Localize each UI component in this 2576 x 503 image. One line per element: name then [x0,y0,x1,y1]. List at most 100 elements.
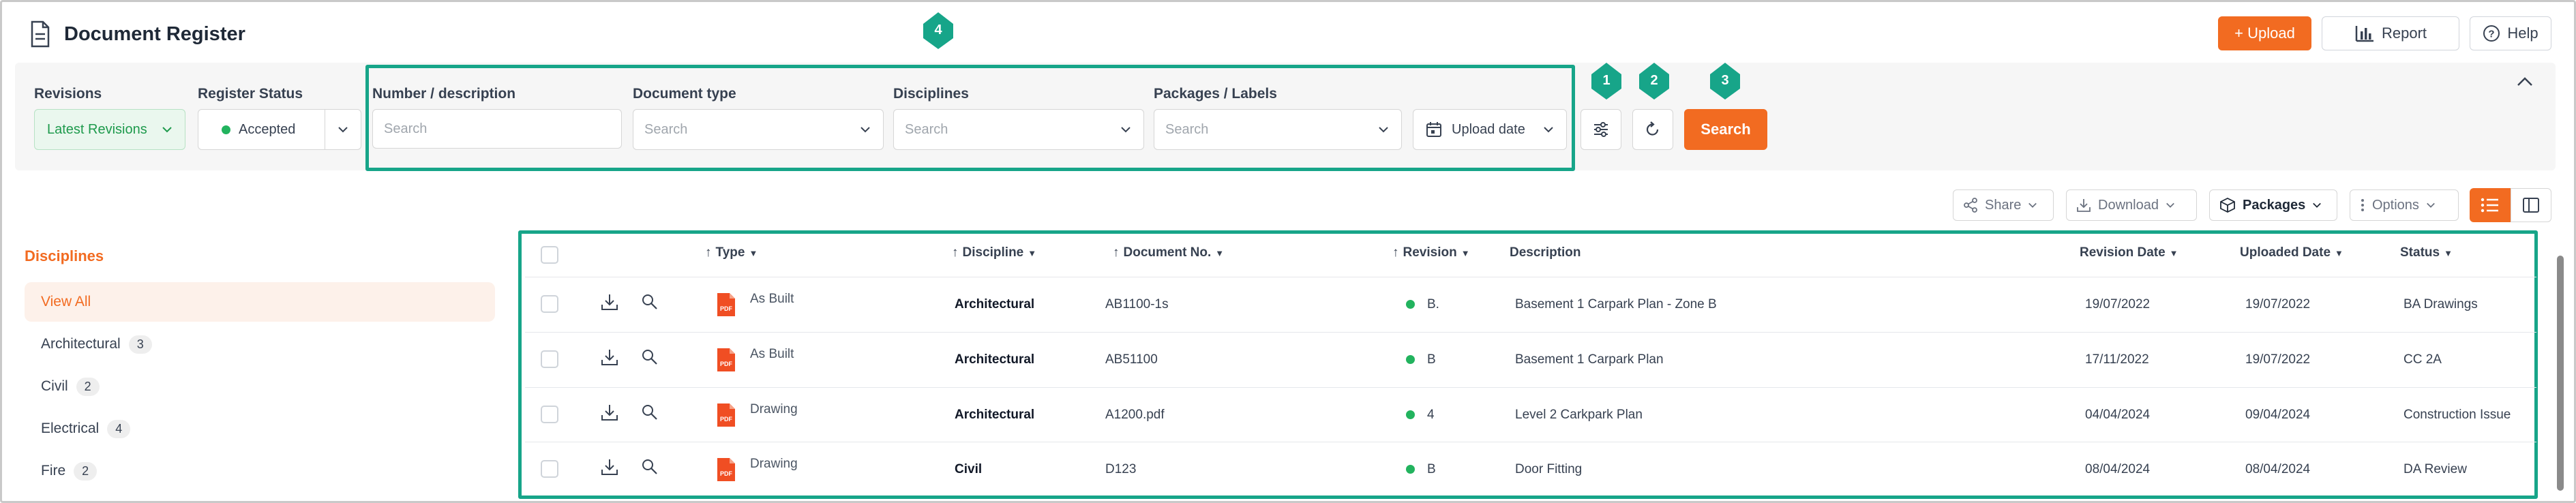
sidebar-item-electrical[interactable]: Electrical 4 [25,409,495,448]
annotation-marker-3: 3 [1710,63,1740,100]
cell-revision-date: 04/04/2024 [2085,408,2151,422]
chevron-down-icon [2028,202,2037,208]
cell-type: As Built [750,347,794,361]
advanced-filters-button[interactable] [1581,109,1621,150]
register-status-label: Register Status [198,86,303,102]
select-all-checkbox[interactable] [541,246,558,264]
cell-type: Drawing [750,457,798,471]
count-badge: 2 [76,377,100,396]
chevron-up-icon[interactable] [2516,75,2534,89]
caret-down-icon: ▼ [2169,247,2178,258]
column-header-status[interactable]: Status ▼ [2400,245,2453,260]
search-icon[interactable] [641,348,659,366]
pdf-file-icon: PDF [717,293,735,316]
sort-up-icon: ↑ [952,245,959,260]
search-icon[interactable] [641,403,659,421]
svg-text:PDF: PDF [720,361,733,367]
help-icon: ? [2483,25,2500,42]
split-view-toggle[interactable] [2511,188,2551,222]
cell-status: BA Drawings [2403,297,2478,311]
bar-chart-icon [2355,26,2373,42]
sliders-icon [1594,122,1608,137]
column-header-type[interactable]: ↑ Type ▼ [705,245,758,260]
status-dot [1406,300,1415,309]
sidebar-item-fire[interactable]: Fire 2 [25,451,495,491]
pdf-file-icon: PDF [717,348,735,371]
row-checkbox[interactable] [541,460,558,478]
sidebar-item-architectural[interactable]: Architectural 3 [25,324,495,364]
cell-description: Basement 1 Carpark Plan - Zone B [1515,297,1717,311]
search-button[interactable]: Search [1684,109,1767,150]
cell-uploaded-date: 08/04/2024 [2245,462,2311,476]
search-icon[interactable] [641,458,659,476]
cell-status: DA Review [2403,462,2467,476]
sidebar-item-civil[interactable]: Civil 2 [25,367,495,406]
annotation-marker-4: 4 [923,12,953,49]
cell-uploaded-date: 09/04/2024 [2245,408,2311,422]
chevron-down-icon [2166,202,2174,208]
count-badge: 3 [128,335,152,354]
download-icon[interactable] [600,348,619,367]
reset-button[interactable] [1632,109,1673,150]
divider [324,110,325,149]
options-button[interactable]: Options [2350,189,2459,221]
share-icon [1964,198,1977,213]
cell-revision-date: 17/11/2022 [2085,352,2149,367]
columns-icon [2523,198,2539,213]
column-header-revision[interactable]: ↑ Revision ▼ [1392,245,1470,260]
list-view-toggle[interactable] [2470,188,2511,222]
svg-text:?: ? [2489,29,2495,40]
download-button[interactable]: Download [2066,189,2197,221]
cell-document-no: A1200.pdf [1105,408,1165,422]
status-dot [1406,410,1415,420]
download-icon[interactable] [600,403,619,423]
annotation-marker-2: 2 [1639,63,1669,100]
help-button[interactable]: ? Help [2470,16,2551,50]
upload-button[interactable]: + Upload [2218,16,2311,50]
register-status-select[interactable]: Accepted [198,109,361,150]
cell-discipline: Architectural [955,352,1035,367]
status-dot [222,125,230,134]
cell-type: Drawing [750,402,798,416]
cell-document-no: AB1100-1s [1105,297,1169,311]
scrollbar[interactable] [2557,256,2564,491]
page-title: Document Register [64,23,245,45]
row-checkbox[interactable] [541,295,558,313]
search-icon[interactable] [641,293,659,311]
cell-document-no: D123 [1105,462,1137,476]
list-icon [2481,198,2498,213]
row-checkbox[interactable] [541,406,558,423]
cell-revision-date: 08/04/2024 [2085,462,2151,476]
revisions-select[interactable]: Latest Revisions [34,109,185,150]
column-header-document-no[interactable]: ↑ Document No. ▼ [1113,245,1224,260]
cell-status: Construction Issue [2403,408,2511,422]
status-dot [1406,465,1415,474]
cell-uploaded-date: 19/07/2022 [2245,352,2311,367]
report-button[interactable]: Report [2322,16,2459,50]
sidebar-item-view-all[interactable]: View All [25,282,495,322]
status-dot [1406,355,1415,365]
svg-text:PDF: PDF [720,470,733,477]
download-icon[interactable] [600,293,619,312]
cell-revision: B. [1406,297,1439,312]
download-icon[interactable] [600,458,619,477]
row-checkbox[interactable] [541,350,558,368]
packages-button[interactable]: Packages [2209,189,2337,221]
help-label: Help [2507,25,2538,42]
chevron-down-icon [338,127,348,133]
column-header-discipline[interactable]: ↑ Discipline ▼ [952,245,1036,260]
cell-description: Door Fitting [1515,462,1583,476]
download-icon [2077,199,2091,212]
column-header-revision-date[interactable]: Revision Date ▼ [2080,245,2178,260]
report-label: Report [2381,25,2427,42]
column-header-uploaded-date[interactable]: Uploaded Date ▼ [2240,245,2343,260]
package-icon [2220,197,2235,213]
share-button[interactable]: Share [1953,189,2054,221]
svg-text:PDF: PDF [720,416,733,423]
column-header-description: Description [1510,245,1581,260]
cell-description: Level 2 Carkpark Plan [1515,408,1643,422]
register-status-value: Accepted [239,121,296,137]
pdf-file-icon: PDF [717,403,735,427]
cell-document-no: AB51100 [1105,352,1158,367]
sort-up-icon: ↑ [705,245,712,260]
